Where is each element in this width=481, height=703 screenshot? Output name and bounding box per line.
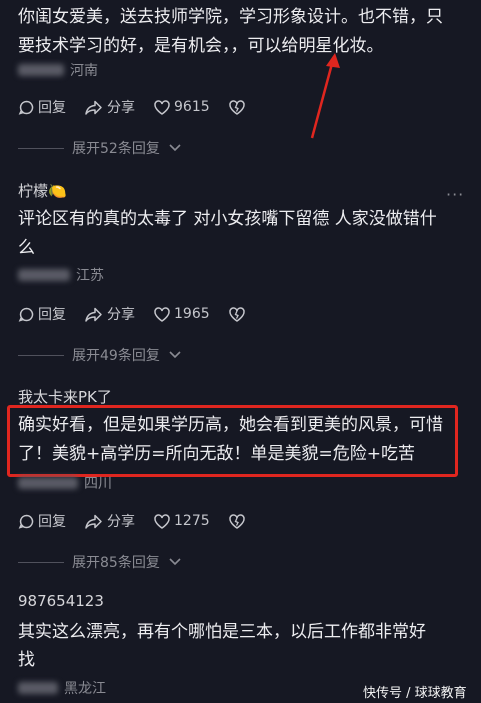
blurred-date (18, 682, 58, 694)
like-button[interactable]: 1965 (153, 306, 210, 323)
comment-3-location: 四川 (84, 476, 112, 492)
more-options-icon[interactable]: ··· (446, 185, 464, 204)
comment-2-username[interactable]: 柠檬🍋 (18, 180, 67, 201)
reply-icon (18, 514, 34, 529)
reply-label: 回复 (38, 514, 66, 530)
like-count: 9615 (174, 99, 210, 115)
comment-3-username[interactable]: 我太卡来PK了 (18, 386, 112, 407)
divider-line (18, 147, 64, 149)
chevron-down-icon (169, 144, 181, 152)
watermark: 快传号 / 球球教育 (363, 686, 467, 701)
blurred-date (18, 477, 78, 489)
comment-2-location: 江苏 (76, 268, 104, 284)
expand-label: 展开52条回复 (72, 141, 160, 157)
comment-2-meta: 江苏 (18, 265, 104, 285)
comment-4-location: 黑龙江 (64, 681, 106, 697)
share-label: 分享 (107, 100, 135, 116)
like-count: 1275 (174, 513, 210, 529)
chevron-down-icon (169, 351, 181, 359)
reply-label: 回复 (38, 100, 66, 116)
share-label: 分享 (107, 514, 135, 530)
comment-1-line-1: 你闺女爱美，送去技师学院，学习形象设计。也不错，只 (18, 7, 443, 27)
reply-icon (18, 307, 34, 322)
share-button[interactable]: 分享 (84, 304, 135, 324)
divider-line (18, 354, 64, 356)
comment-2-expand-replies[interactable]: 展开49条回复 (18, 345, 182, 365)
comment-3-line-2: 了！美貌+高学历=所向无敌！单是美貌=危险+吃苦 (18, 444, 415, 464)
expand-label: 展开85条回复 (72, 555, 160, 571)
comment-4-line-1: 其实这么漂亮，再有个哪怕是三本，以后工作都非常好 (18, 622, 426, 642)
comment-4-meta: 黑龙江 (18, 678, 106, 698)
heart-icon (154, 306, 170, 322)
share-label: 分享 (107, 307, 135, 323)
annotation-arrow (310, 53, 340, 139)
reply-label: 回复 (38, 307, 66, 323)
share-icon (85, 514, 102, 529)
blurred-date (18, 269, 70, 281)
broken-heart-icon (228, 306, 245, 322)
comment-2-actions: 回复 分享 1965 (18, 304, 264, 324)
broken-heart-icon (228, 99, 245, 115)
dislike-button[interactable] (228, 513, 246, 530)
comment-3-meta: 四川 (18, 473, 112, 493)
heart-icon (154, 513, 170, 529)
like-button[interactable]: 1275 (153, 513, 210, 530)
comment-2-line-1: 评论区有的真的太毒了 对小女孩嘴下留德 人家没做错什 (18, 209, 437, 229)
broken-heart-icon (228, 513, 245, 529)
comment-3-line-1: 确实好看，但是如果学历高，她会看到更美的风景，可惜 (18, 415, 443, 435)
dislike-button[interactable] (228, 306, 246, 323)
comment-1-actions: 回复 分享 9615 (18, 97, 264, 117)
share-icon (85, 307, 102, 322)
blurred-date (18, 64, 64, 76)
share-button[interactable]: 分享 (84, 511, 135, 531)
comment-1-location: 河南 (70, 63, 98, 79)
reply-button[interactable]: 回复 (18, 511, 66, 531)
comment-3-actions: 回复 分享 1275 (18, 511, 264, 531)
comment-4-username[interactable]: 987654123 (18, 592, 104, 610)
comment-1-expand-replies[interactable]: 展开52条回复 (18, 138, 182, 158)
divider-line (18, 561, 64, 563)
reply-icon (18, 100, 34, 115)
comment-1-meta: 河南 (18, 60, 98, 80)
share-button[interactable]: 分享 (84, 97, 135, 117)
heart-icon (154, 99, 170, 115)
like-button[interactable]: 9615 (153, 99, 210, 116)
like-count: 1965 (174, 306, 210, 322)
reply-button[interactable]: 回复 (18, 304, 66, 324)
share-icon (85, 100, 102, 115)
comment-4-line-2: 找 (18, 650, 35, 670)
chevron-down-icon (169, 558, 181, 566)
expand-label: 展开49条回复 (72, 348, 160, 364)
comment-3-expand-replies[interactable]: 展开85条回复 (18, 552, 182, 572)
comment-2-line-2: 么 (18, 238, 35, 258)
dislike-button[interactable] (228, 99, 246, 116)
reply-button[interactable]: 回复 (18, 97, 66, 117)
